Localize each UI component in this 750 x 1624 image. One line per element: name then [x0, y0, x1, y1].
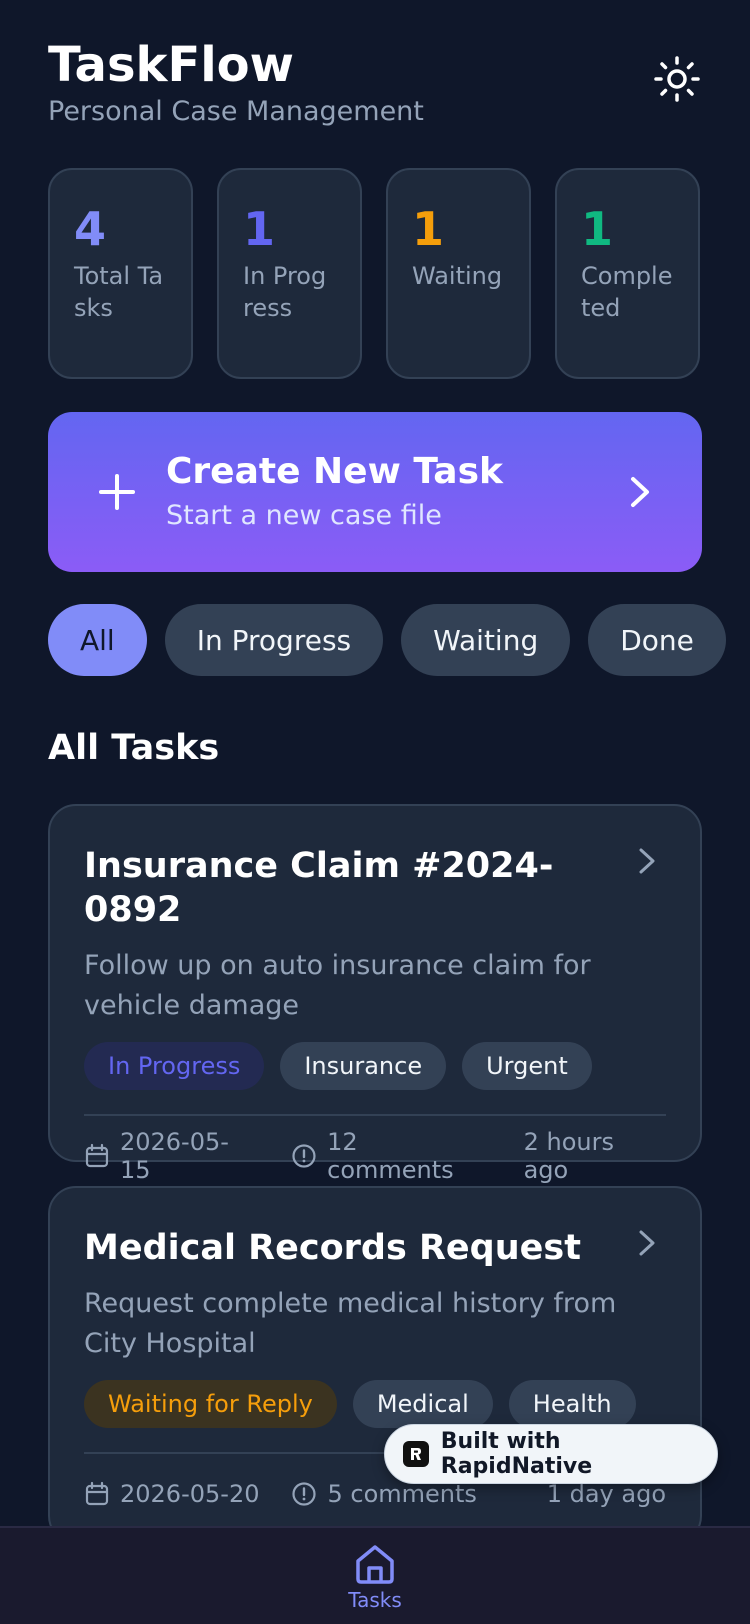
stat-card-in-progress: 1 In Progress [217, 168, 362, 379]
tag: Health [508, 1380, 636, 1428]
create-task-button[interactable]: Create New Task Start a new case file [48, 412, 702, 572]
app-subtitle: Personal Case Management [48, 96, 424, 127]
tag: Insurance [280, 1042, 447, 1090]
stat-label: Completed [581, 262, 673, 322]
stat-value: 1 [243, 202, 276, 256]
status-badge: In Progress [84, 1042, 265, 1090]
alert-circle-icon [292, 1144, 316, 1168]
nav-tab-label: Tasks [348, 1588, 402, 1612]
tag: Urgent [462, 1042, 592, 1090]
bottom-nav: Tasks [0, 1526, 750, 1624]
stats-row: 4 Total Tasks 1 In Progress 1 Waiting 1 … [48, 168, 702, 379]
task-title: Insurance Claim #2024-0892 [84, 846, 554, 930]
filter-all[interactable]: All [48, 604, 147, 676]
app-screen: TaskFlow Personal Case Management 4 Tota… [0, 0, 750, 1624]
stat-label: Total Tasks [74, 262, 164, 322]
section-title: All Tasks [48, 728, 220, 768]
filter-in-progress[interactable]: In Progress [164, 604, 384, 676]
rapidnative-logo-icon [403, 1441, 429, 1467]
stat-value: 4 [74, 202, 107, 256]
create-task-text: Create New Task Start a new case file [166, 450, 620, 534]
due-date-text: 2026-05-20 [120, 1480, 260, 1508]
due-date: 2026-05-15 [84, 1128, 259, 1184]
task-description: Request complete medical history from Ci… [84, 1288, 617, 1359]
filter-done[interactable]: Done [588, 604, 726, 676]
filter-chips: All In Progress Waiting Done [48, 604, 726, 676]
home-icon [356, 1545, 394, 1584]
app-title: TaskFlow [48, 37, 294, 93]
stat-value: 1 [412, 202, 445, 256]
task-meta: 2026-05-15 12 comments 2 hours ago [84, 1116, 666, 1196]
task-card[interactable]: Insurance Claim #2024-0892 Follow up on … [48, 804, 702, 1184]
alert-circle-icon [292, 1482, 317, 1506]
built-with-text: Built with RapidNative [440, 1429, 593, 1479]
comments-count: 5 comments [327, 1480, 477, 1508]
filter-waiting[interactable]: Waiting [401, 604, 571, 676]
task-description: Follow up on auto insurance claim for ve… [84, 950, 591, 1021]
header: TaskFlow Personal Case Management [48, 36, 702, 136]
stat-value: 1 [581, 202, 614, 256]
chevron-right-icon [620, 472, 660, 512]
stat-label: Waiting [412, 262, 503, 290]
comments-count: 12 comments [327, 1128, 454, 1184]
task-card[interactable]: Medical Records Request Request complete… [48, 1186, 702, 1544]
due-date: 2026-05-20 [84, 1480, 259, 1508]
theme-toggle-button[interactable] [652, 54, 702, 104]
updated-time: 2 hours ago [523, 1128, 614, 1184]
status-badge: Waiting for Reply [84, 1380, 337, 1428]
calendar-icon [85, 1481, 109, 1506]
plus-icon [82, 462, 152, 522]
stat-card-waiting: 1 Waiting [386, 168, 531, 379]
stat-card-completed: 1 Completed [555, 168, 700, 379]
sun-icon [654, 56, 700, 102]
create-task-subtitle: Start a new case file [166, 500, 442, 531]
updated-time: 1 day ago [546, 1480, 666, 1508]
tag: Medical [352, 1380, 493, 1428]
comments: 5 comments [291, 1480, 477, 1508]
chevron-right-icon [639, 848, 655, 874]
stat-card-total: 4 Total Tasks [48, 168, 193, 379]
stat-label: In Progress [243, 262, 327, 322]
comments: 12 comments [291, 1128, 491, 1184]
task-tags: Waiting for Reply Medical Health [84, 1380, 666, 1428]
nav-tab-tasks[interactable]: Tasks [340, 1542, 410, 1612]
chevron-right-icon [639, 1230, 655, 1256]
task-title: Medical Records Request [84, 1228, 581, 1268]
built-with-badge[interactable]: Built with RapidNative [384, 1424, 718, 1484]
calendar-icon [85, 1143, 109, 1168]
task-tags: In Progress Insurance Urgent [84, 1042, 666, 1090]
due-date-text: 2026-05-15 [119, 1128, 229, 1184]
create-task-title: Create New Task [166, 451, 503, 492]
